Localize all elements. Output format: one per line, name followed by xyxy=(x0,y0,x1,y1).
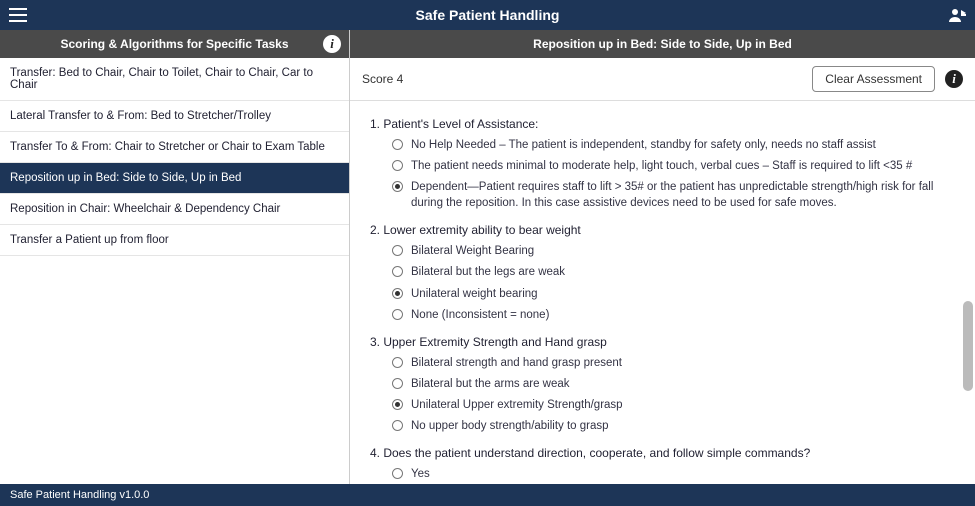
sidebar-item[interactable]: Transfer To & From: Chair to Stretcher o… xyxy=(0,132,349,163)
option-row[interactable]: No Help Needed – The patient is independ… xyxy=(392,137,955,153)
option-text: Dependent—Patient requires staff to lift… xyxy=(411,179,955,211)
radio-input[interactable] xyxy=(392,245,403,256)
option-row[interactable]: The patient needs minimal to moderate he… xyxy=(392,158,955,174)
option-text: Bilateral strength and hand grasp presen… xyxy=(411,355,955,371)
question-block: 2. Lower extremity ability to bear weigh… xyxy=(370,223,955,322)
option-list: YesNo (Highly Unpredictable, behavior va… xyxy=(370,466,955,484)
option-list: Bilateral Weight Bearing Bilateral but th… xyxy=(370,243,955,322)
radio-input[interactable] xyxy=(392,357,403,368)
option-text: Bilateral but the arms are weak xyxy=(411,376,955,392)
option-row[interactable]: Dependent—Patient requires staff to lift… xyxy=(392,179,955,211)
option-row[interactable]: Bilateral but the legs are weak xyxy=(392,264,955,280)
question-block: 1. Patient's Level of Assistance: No Help… xyxy=(370,117,955,211)
clear-assessment-button[interactable]: Clear Assessment xyxy=(812,66,935,92)
option-row[interactable]: Bilateral but the arms are weak xyxy=(392,376,955,392)
scrollbar-track[interactable] xyxy=(963,101,973,484)
question-block: 4. Does the patient understand direction… xyxy=(370,446,955,484)
sidebar-header: Scoring & Algorithms for Specific Tasks … xyxy=(0,30,349,58)
info-icon[interactable]: i xyxy=(323,35,341,53)
option-text: No Help Needed – The patient is independ… xyxy=(411,137,955,153)
option-text: Bilateral Weight Bearing xyxy=(411,243,955,259)
option-text: No upper body strength/ability to grasp xyxy=(411,418,955,434)
radio-input[interactable] xyxy=(392,468,403,479)
sidebar-item[interactable]: Reposition up in Bed: Side to Side, Up i… xyxy=(0,163,349,194)
account-button[interactable] xyxy=(939,0,975,30)
sidebar-list: Transfer: Bed to Chair, Chair to Toilet,… xyxy=(0,58,349,484)
sidebar-item[interactable]: Transfer a Patient up from floor xyxy=(0,225,349,256)
assessment-body: 1. Patient's Level of Assistance: No Help… xyxy=(350,101,975,484)
option-text: Yes xyxy=(411,466,955,482)
radio-input[interactable] xyxy=(392,181,403,192)
option-row[interactable]: Bilateral Weight Bearing xyxy=(392,243,955,259)
option-text: None (Inconsistent = none) xyxy=(411,307,955,323)
score-row: Score 4 Clear Assessment i xyxy=(350,58,975,101)
question-title: 4. Does the patient understand direction… xyxy=(370,446,955,460)
info-icon[interactable]: i xyxy=(945,70,963,88)
sidebar-item[interactable]: Transfer: Bed to Chair, Chair to Toilet,… xyxy=(0,58,349,101)
option-row[interactable]: Bilateral strength and hand grasp presen… xyxy=(392,355,955,371)
radio-input[interactable] xyxy=(392,160,403,171)
radio-input[interactable] xyxy=(392,420,403,431)
radio-input[interactable] xyxy=(392,378,403,389)
option-list: No Help Needed – The patient is independ… xyxy=(370,137,955,211)
sidebar-item[interactable]: Lateral Transfer to & From: Bed to Stret… xyxy=(0,101,349,132)
option-row[interactable]: Unilateral Upper extremity Strength/gras… xyxy=(392,397,955,413)
sidebar-title: Scoring & Algorithms for Specific Tasks xyxy=(60,37,288,51)
option-list: Bilateral strength and hand grasp presen… xyxy=(370,355,955,434)
question-title: 2. Lower extremity ability to bear weigh… xyxy=(370,223,955,237)
footer-text: Safe Patient Handling v1.0.0 xyxy=(10,489,149,501)
question-title: 1. Patient's Level of Assistance: xyxy=(370,117,955,131)
radio-input[interactable] xyxy=(392,288,403,299)
menu-button[interactable] xyxy=(0,0,36,30)
radio-input[interactable] xyxy=(392,266,403,277)
sidebar-item[interactable]: Reposition in Chair: Wheelchair & Depend… xyxy=(0,194,349,225)
user-icon xyxy=(948,7,966,23)
question-block: 3. Upper Extremity Strength and Hand gra… xyxy=(370,335,955,434)
option-row[interactable]: None (Inconsistent = none) xyxy=(392,307,955,323)
top-bar: Safe Patient Handling xyxy=(0,0,975,30)
radio-input[interactable] xyxy=(392,399,403,410)
main-area: Scoring & Algorithms for Specific Tasks … xyxy=(0,30,975,484)
option-row[interactable]: Unilateral weight bearing xyxy=(392,286,955,302)
hamburger-icon xyxy=(9,8,27,22)
option-text: Bilateral but the legs are weak xyxy=(411,264,955,280)
app-title: Safe Patient Handling xyxy=(0,7,975,23)
score-label: Score 4 xyxy=(362,72,403,86)
option-text: Unilateral Upper extremity Strength/gras… xyxy=(411,397,955,413)
footer-bar: Safe Patient Handling v1.0.0 xyxy=(0,484,975,506)
option-text: Unilateral weight bearing xyxy=(411,286,955,302)
sidebar: Scoring & Algorithms for Specific Tasks … xyxy=(0,30,350,484)
content-pane: Reposition up in Bed: Side to Side, Up i… xyxy=(350,30,975,484)
radio-input[interactable] xyxy=(392,309,403,320)
option-row[interactable]: No upper body strength/ability to grasp xyxy=(392,418,955,434)
option-text: The patient needs minimal to moderate he… xyxy=(411,158,955,174)
radio-input[interactable] xyxy=(392,139,403,150)
option-row[interactable]: Yes xyxy=(392,466,955,482)
question-title: 3. Upper Extremity Strength and Hand gra… xyxy=(370,335,955,349)
content-header: Reposition up in Bed: Side to Side, Up i… xyxy=(350,30,975,58)
scrollbar-thumb[interactable] xyxy=(963,301,973,391)
